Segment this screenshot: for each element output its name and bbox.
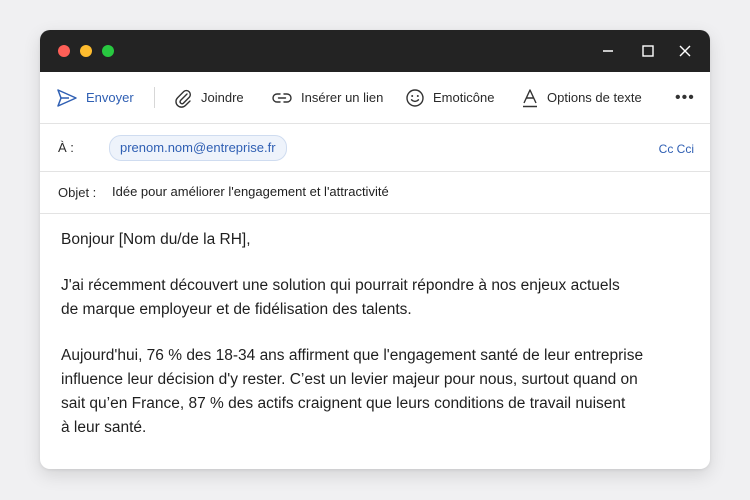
emoji-button[interactable]: Emoticône [405,72,494,123]
body-line: de marque employeur et de fidélisation d… [61,301,412,318]
to-row: À : prenom.nom@entreprise.fr Cc Cci [40,124,710,172]
body-line: sait qu’en France, 87 % des actifs craig… [61,395,626,412]
to-label: À : [58,140,74,155]
text-format-icon [521,88,539,108]
attach-label: Joindre [201,90,244,105]
minimize-traffic-light[interactable] [80,45,92,57]
toolbar-divider [154,87,155,108]
paperclip-icon [173,88,193,108]
text-options-label: Options de texte [547,90,642,105]
minimize-icon[interactable] [598,41,618,61]
close-icon[interactable] [675,41,695,61]
subject-row: Objet : Idée pour améliorer l'engagement… [40,172,710,214]
close-traffic-light[interactable] [58,45,70,57]
cc-cci-link[interactable]: Cc Cci [659,142,694,156]
text-options-button[interactable]: Options de texte [521,72,642,123]
maximize-icon[interactable] [638,41,658,61]
compose-toolbar: Envoyer Joindre Insérer un lien Emoticôn… [40,72,710,124]
body-paragraph-1: J'ai récemment découvert une solution qu… [61,274,691,322]
body-paragraph-2: Aujourd'hui, 76 % des 18-34 ans affirmen… [61,344,691,440]
greeting: Bonjour [Nom du/de la RH], [61,231,251,248]
zoom-traffic-light[interactable] [102,45,114,57]
send-button[interactable]: Envoyer [56,72,134,123]
attach-button[interactable]: Joindre [173,72,244,123]
more-options-icon[interactable]: ••• [675,72,695,123]
insert-link-button[interactable]: Insérer un lien [271,72,383,123]
send-icon [56,88,78,108]
body-line: Aujourd'hui, 76 % des 18-34 ans affirmen… [61,347,644,364]
send-label: Envoyer [86,90,134,105]
body-line: à leur santé. [61,419,147,436]
link-icon [271,88,293,108]
subject-input[interactable]: Idée pour améliorer l'engagement et l'at… [112,184,389,199]
subject-label: Objet : [58,185,97,200]
body-line: influence leur décision d'y rester. C’es… [61,371,638,388]
smiley-icon [405,88,425,108]
recipient-chip[interactable]: prenom.nom@entreprise.fr [109,135,287,161]
body-line: J'ai récemment découvert une solution qu… [61,277,620,294]
emoji-label: Emoticône [433,90,495,105]
mail-compose-window: Envoyer Joindre Insérer un lien Emoticôn… [40,30,710,469]
title-bar [40,30,710,72]
message-body[interactable]: Bonjour [Nom du/de la RH], J'ai récemmen… [61,228,691,462]
insert-link-label: Insérer un lien [301,90,384,105]
